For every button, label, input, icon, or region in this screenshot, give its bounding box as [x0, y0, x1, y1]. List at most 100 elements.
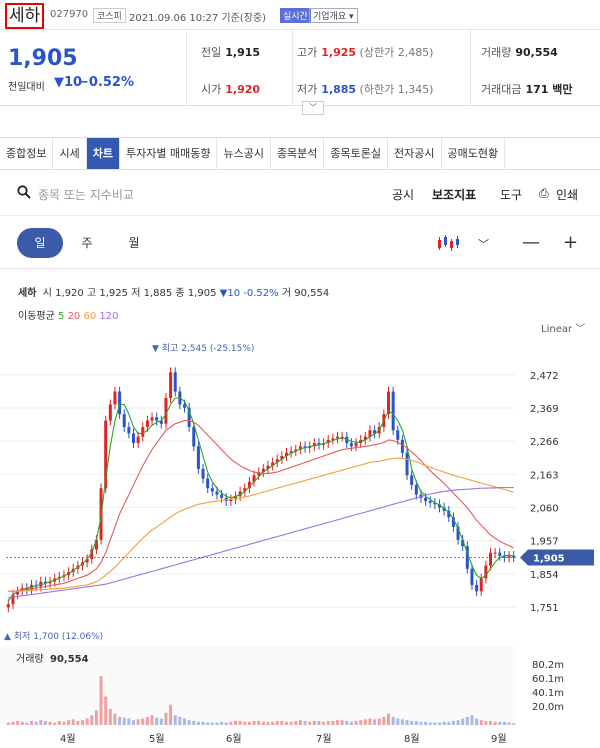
volume-bar [387, 713, 390, 725]
volume-bar [447, 721, 451, 725]
summary-change: ▼10 [219, 288, 241, 299]
candle [132, 433, 135, 444]
tab-4[interactable]: 뉴스공시 [217, 138, 271, 169]
main-tabs: 종합정보 시세 차트 투자자별 매매동향 뉴스공시 종목분석 종목토론실 전자공시 공매도현황 [0, 137, 600, 170]
volume-bar [62, 721, 66, 725]
divider [186, 30, 187, 106]
period-week-button[interactable]: 주 [64, 228, 110, 258]
tab-8[interactable]: 공매도현황 [442, 138, 506, 169]
candle [215, 491, 219, 495]
volume-bar [99, 676, 103, 725]
candle [336, 436, 339, 439]
volume-tick-label: 20.0m [532, 702, 564, 713]
tab-6[interactable]: 종목토론실 [324, 138, 389, 169]
candle [405, 452, 409, 476]
divider [0, 268, 600, 269]
y-tick-label: 2,472 [530, 371, 559, 382]
volume-bar [461, 718, 465, 725]
volume-bar [354, 720, 358, 725]
candle [220, 494, 224, 498]
candle [493, 552, 497, 554]
volume-bar [113, 713, 117, 725]
price-chart[interactable]: 2,472 2,369 2,266 2,163 2,060 1,957 1,854 1,751… [0, 330, 600, 748]
volume-bar [484, 720, 488, 725]
candle [414, 485, 418, 495]
open-label: 시가 [201, 83, 222, 96]
tools-button[interactable]: 도구 [500, 186, 522, 203]
chart-summary: 세하 시 1,920 고 1,925 저 1,885 종 1,905 ▼10 -… [18, 284, 329, 299]
volume-cell: 거래량 90,554 [481, 44, 558, 60]
volume-bar [451, 720, 455, 725]
zoom-out-icon[interactable]: — [522, 232, 540, 253]
volume-bar [502, 721, 506, 725]
tab-3[interactable]: 투자자별 매매동향 [120, 138, 218, 169]
volume-bar [20, 721, 24, 725]
volume-bar [234, 720, 237, 725]
volume-bar [76, 720, 80, 725]
volume-bar [206, 722, 210, 725]
zoom-in-icon[interactable]: + [563, 232, 578, 253]
volume-bar [118, 716, 122, 725]
volume-bar [289, 721, 293, 725]
volume-bar [201, 721, 205, 725]
indicator-button[interactable]: 보조지표 [432, 186, 476, 203]
volume-tick-label: 40.1m [532, 688, 564, 699]
realtime-badge[interactable]: 실시간 [280, 8, 311, 23]
volume-bar [303, 720, 307, 725]
ma-5: 5 [58, 311, 65, 322]
volume-bar [266, 721, 270, 725]
printer-icon[interactable]: ⎙ [539, 186, 549, 201]
candlestick-type-icon[interactable] [437, 234, 461, 252]
candle [183, 404, 186, 408]
volume-value: 90,554 [50, 654, 89, 665]
moving-average-legend: 이동평균 5 20 60 120 [18, 307, 119, 322]
volume-bar [108, 708, 112, 725]
ma-60: 60 [83, 311, 97, 322]
period-day-button[interactable]: 일 [17, 228, 63, 258]
change-percent: −0.52% [78, 75, 134, 90]
volume-bar [498, 721, 502, 725]
x-tick-label: 8월 [404, 733, 420, 745]
y-tick-label: 1,854 [530, 570, 559, 581]
candle [136, 436, 140, 444]
tab-7[interactable]: 전자공시 [388, 138, 442, 169]
summary-high: 1,925 [99, 288, 129, 299]
volume-bar [336, 720, 339, 725]
candle [169, 372, 173, 398]
volume-bar [164, 712, 168, 725]
x-tick-label: 9월 [491, 733, 507, 745]
volume-bar [150, 715, 154, 725]
tab-2[interactable]: 차트 [86, 138, 120, 169]
tab-5[interactable]: 종목분석 [271, 138, 325, 169]
chevron-down-icon[interactable]: ﹀ [478, 236, 489, 252]
search-input[interactable]: 종목 또는 지수비교 [38, 186, 134, 203]
summary-pct: -0.52% [243, 288, 279, 299]
candle [498, 552, 502, 556]
period-month-button[interactable]: 월 [111, 228, 157, 258]
disclosure-button[interactable]: 공시 [392, 186, 414, 203]
expand-chevron-icon[interactable]: ﹀ [302, 101, 324, 115]
stock-header: 세하 027970 코스피 2021.09.06 10:27 기준(장중) 실시… [0, 0, 600, 30]
volume-bar [456, 720, 460, 725]
volume-value: 90,554 [515, 46, 558, 59]
summary-low-label: 저 [131, 288, 141, 299]
tab-0[interactable]: 종합정보 [0, 138, 54, 169]
volume-bar [414, 720, 418, 725]
volume-bar [215, 722, 219, 725]
volume-bar [71, 719, 75, 725]
company-overview-button[interactable]: 기업개요 ▾ [309, 8, 358, 23]
volume-bar [145, 716, 149, 725]
volume-bar [178, 716, 182, 725]
volume-bar [25, 722, 29, 725]
candle [470, 568, 474, 585]
volume-bar [391, 716, 395, 725]
tab-1[interactable]: 시세 [53, 138, 87, 169]
volume-bar [229, 721, 233, 725]
volume-bar [187, 720, 191, 725]
amount-label: 거래대금 [481, 83, 522, 96]
candle [206, 478, 210, 489]
volume-bar [377, 718, 381, 725]
print-button[interactable]: 인쇄 [556, 186, 578, 203]
candle [400, 439, 404, 453]
search-icon[interactable] [17, 185, 31, 199]
